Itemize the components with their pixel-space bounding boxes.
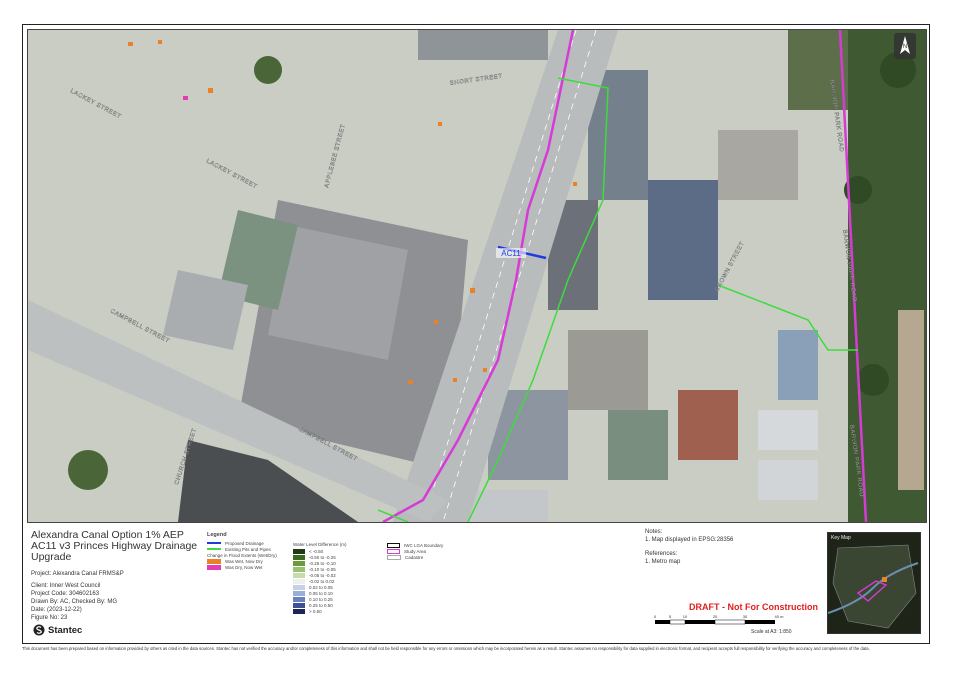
- legend: Legend Proposed Drainage Existing Pits a…: [207, 532, 469, 632]
- drainage-label: AC11: [501, 249, 521, 258]
- notes: Notes: 1. Map displayed in EPSG:28356 Re…: [645, 529, 734, 565]
- draft-stamp: DRAFT - Not For Construction: [689, 602, 818, 612]
- legend-wld-label: > 0.50: [309, 608, 322, 614]
- legend-wld-label: 0.02 to 0.05: [309, 584, 333, 590]
- legend-wld-swatch: [293, 554, 305, 560]
- legend-wld-label: -0.50 to -0.25: [309, 554, 336, 560]
- legend-title: Legend: [207, 532, 227, 538]
- title-block: Alexandra Canal Option 1% AEP AC11 v3 Pr…: [27, 522, 925, 640]
- legend-wld-label: < -0.50: [309, 548, 324, 554]
- legend-wld-label: 0.05 to 0.10: [309, 590, 333, 596]
- legend-wld-swatch: [293, 548, 305, 554]
- scale-tick: 20: [713, 614, 718, 619]
- scale-text: Scale at A3: 1:850: [751, 629, 792, 635]
- scale-tick: 10: [683, 614, 688, 619]
- legend-wld-class: > 0.50: [293, 608, 363, 614]
- project-info: Project: Alexandra Canal FRMS&P Client: …: [31, 570, 124, 622]
- scale-tick: 40 m: [775, 614, 785, 619]
- legend-wld-swatch: [293, 590, 305, 596]
- legend-cadastre: Cadastre: [387, 554, 467, 560]
- scale-bar: 0 5 10 20 30 40 m Scale at A3: 1:850: [651, 614, 801, 638]
- scale-tick: 0: [654, 614, 657, 619]
- legend-wld-label: -0.02 to 0.02: [309, 578, 335, 584]
- map-sheet: AC11 LACKEY STREET LACKEY STREET SHORT S…: [22, 24, 930, 644]
- legend-wld-swatch: [293, 602, 305, 608]
- legend-wld-label: -0.05 to -0.02: [309, 572, 336, 578]
- legend-water-level-difference: Water Level Difference (m) < -0.50 -0.50 …: [293, 542, 363, 614]
- key-map: Key Map: [827, 532, 921, 634]
- legend-wld-swatch: [293, 572, 305, 578]
- project-line: Project: Alexandra Canal FRMS&P: [31, 571, 124, 577]
- legend-wld-label: 0.10 to 0.25: [309, 596, 333, 602]
- legend-wld-label: -0.25 to -0.10: [309, 560, 336, 566]
- client-line: Client: Inner West Council: [31, 583, 101, 589]
- drawn-by: Drawn By: AC, Checked By: MG: [31, 599, 118, 605]
- legend-wld-swatch: [293, 566, 305, 572]
- legend-wld-swatch: [293, 560, 305, 566]
- map-frame: AC11 LACKEY STREET LACKEY STREET SHORT S…: [27, 29, 927, 523]
- legend-wld-swatch: [293, 596, 305, 602]
- map-title: Alexandra Canal Option 1% AEP AC11 v3 Pr…: [31, 529, 198, 563]
- north-arrow-icon: N: [894, 33, 916, 59]
- scale-tick: 5: [669, 614, 672, 619]
- scale-tick: 30: [743, 614, 748, 619]
- legend-wld-swatch: [293, 578, 305, 584]
- figure-number: Figure No: 23: [31, 615, 68, 621]
- date: Date: (2023-12-22): [31, 607, 82, 613]
- stantec-logo: Stantec: [33, 624, 82, 636]
- legend-wld-label: 0.25 to 0.50: [309, 602, 333, 608]
- legend-wld-label: -0.10 to -0.05: [309, 566, 336, 572]
- legend-wld-swatch: [293, 608, 305, 614]
- legend-boundaries: IWC LGA Boundary Study Area Cadastre: [387, 542, 467, 560]
- svg-text:N: N: [903, 44, 907, 50]
- stantec-logo-icon: [33, 624, 45, 636]
- aerial-map: AC11 LACKEY STREET LACKEY STREET SHORT S…: [28, 30, 926, 522]
- disclaimer: This document has been prepared based on…: [22, 646, 870, 651]
- legend-wld-swatch: [293, 584, 305, 590]
- project-code: Project Code: 304602163: [31, 591, 100, 597]
